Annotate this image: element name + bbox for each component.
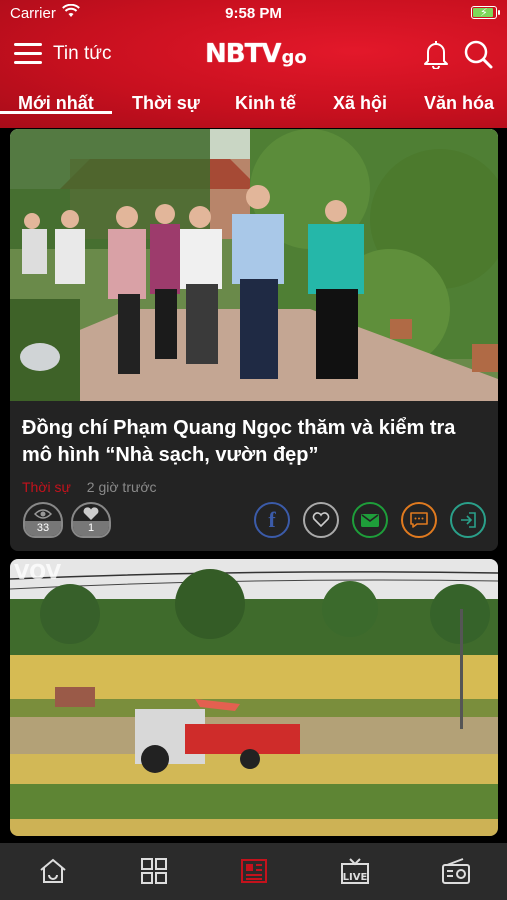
share-button[interactable] (450, 502, 486, 538)
article-category[interactable]: Thời sự (22, 479, 71, 495)
article-photo[interactable]: VOV (10, 559, 498, 836)
tab-xa-hoi[interactable]: Xã hội (333, 84, 387, 114)
facebook-share-button[interactable]: f (254, 502, 290, 538)
section-title: Tin tức (53, 43, 112, 64)
like-count: 1 (71, 502, 111, 538)
app-logo: NBTV go (205, 39, 307, 69)
email-share-button[interactable] (352, 502, 388, 538)
watermark: VOV (14, 560, 62, 584)
heart-outline-icon (312, 512, 330, 528)
menu-icon[interactable] (14, 43, 42, 65)
article-time: 2 giờ trước (86, 479, 157, 495)
top-bar: Tin tức NBTV go (0, 34, 507, 74)
bell-icon[interactable] (422, 39, 450, 69)
tab-thoi-su[interactable]: Thời sự (132, 84, 200, 114)
tab-kinh-te[interactable]: Kinh tế (235, 84, 296, 114)
article-meta: Thời sự 2 giờ trước (22, 479, 157, 495)
clock: 9:58 PM (225, 5, 282, 22)
comment-icon (410, 512, 428, 528)
heart-icon (83, 507, 99, 520)
status-bar: Carrier 9:58 PM ⚡ (0, 0, 507, 26)
bottom-nav: LIVE (0, 843, 507, 900)
home-icon[interactable] (38, 857, 68, 885)
search-icon[interactable] (463, 39, 493, 69)
svg-text:LIVE: LIVE (343, 872, 368, 883)
comment-button[interactable] (401, 502, 437, 538)
share-icon (461, 512, 476, 528)
mail-icon (361, 513, 379, 527)
facebook-icon: f (268, 507, 276, 532)
eye-icon (34, 509, 52, 519)
article-card[interactable]: VOV (10, 559, 498, 836)
like-button[interactable] (303, 502, 339, 538)
tab-van-hoa[interactable]: Văn hóa (424, 84, 494, 114)
tab-moi-nhat[interactable]: Mới nhất (0, 84, 112, 114)
article-photo[interactable] (10, 129, 498, 401)
battery-icon: ⚡ (471, 6, 500, 19)
category-tabs: Mới nhất Thời sự Kinh tế Xã hội Văn hóa (0, 84, 507, 128)
header: Carrier 9:58 PM ⚡ Tin tức NBTV go Mới nh… (0, 0, 507, 128)
article-title[interactable]: Đồng chí Phạm Quang Ngọc thăm và kiểm tr… (22, 415, 487, 469)
article-card[interactable]: Đồng chí Phạm Quang Ngọc thăm và kiểm tr… (10, 129, 498, 551)
live-tv-icon[interactable]: LIVE (340, 857, 370, 885)
radio-icon[interactable] (441, 857, 471, 885)
newspaper-icon[interactable] (239, 857, 269, 885)
view-count: 33 (23, 502, 63, 538)
grid-icon[interactable] (139, 857, 169, 885)
